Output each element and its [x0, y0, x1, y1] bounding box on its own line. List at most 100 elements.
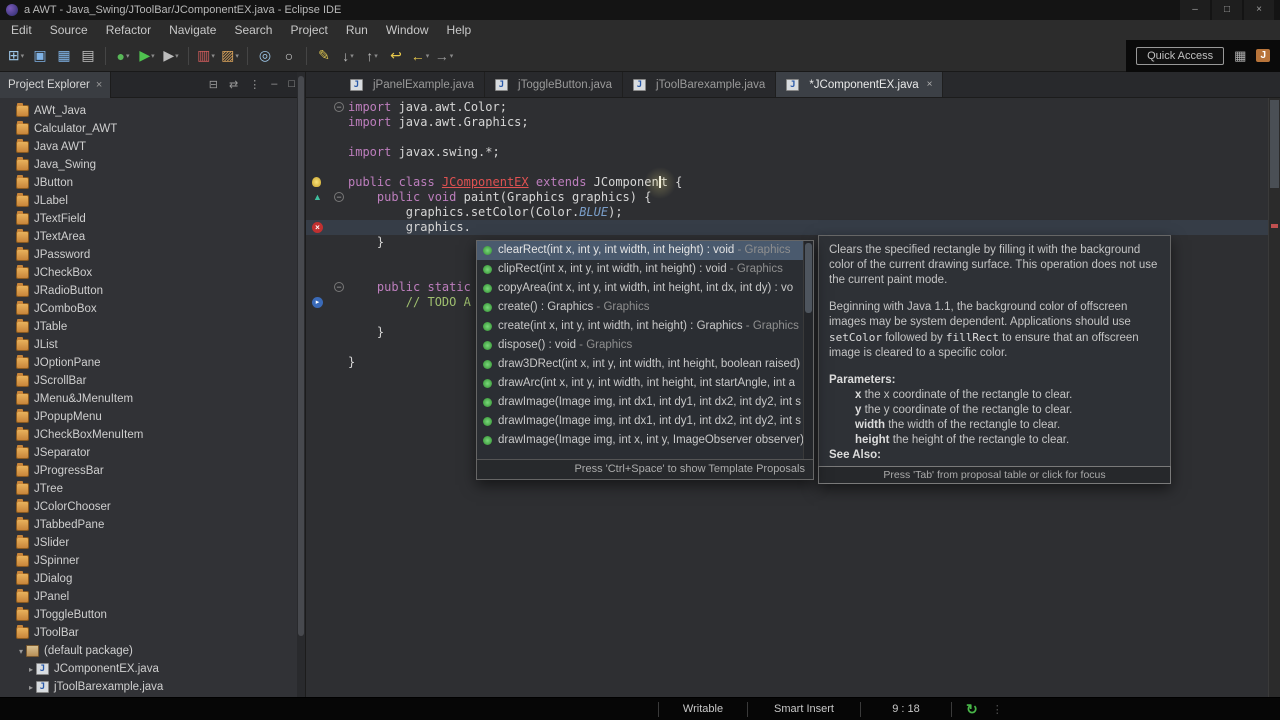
- autocomplete-item[interactable]: create() : Graphics - Graphics: [477, 298, 803, 317]
- tab-project-explorer[interactable]: Project Explorer ×: [0, 71, 112, 98]
- link-with-editor-icon[interactable]: ⇄: [229, 78, 238, 91]
- code-line[interactable]: public class JComponentEX extends JCompo…: [306, 167, 1268, 199]
- next-annotation-icon[interactable]: ↓ ▾: [337, 44, 359, 68]
- autocomplete-item[interactable]: dispose() : void - Graphics: [477, 336, 803, 355]
- autocomplete-item[interactable]: drawImage(Image img, int dx1, int dy1, i…: [477, 412, 803, 431]
- back-icon[interactable]: ← ▾: [409, 44, 431, 68]
- explorer-scrollbar[interactable]: [297, 72, 305, 697]
- code-line[interactable]: ▲ − public void paint(Graphics graphics) …: [306, 190, 1268, 205]
- tree-item-java-awt[interactable]: Java AWT: [0, 138, 305, 156]
- tree-item-jtogglebutton[interactable]: JToggleButton: [0, 606, 305, 624]
- tree-item-jpopupmenu[interactable]: JPopupMenu: [0, 408, 305, 426]
- new-java-project-icon[interactable]: ▨ ▾: [219, 44, 241, 68]
- autocomplete-item[interactable]: drawArc(int x, int y, int width, int hei…: [477, 374, 803, 393]
- scrollbar-thumb[interactable]: [298, 76, 304, 636]
- menu-item-help[interactable]: Help: [438, 20, 481, 40]
- tree-item-jcombobox[interactable]: JComboBox: [0, 300, 305, 318]
- run-icon[interactable]: ▶ ▾: [136, 44, 158, 68]
- tree-item-jlabel[interactable]: JLabel: [0, 192, 305, 210]
- external-tools-icon[interactable]: ▶ ▾: [160, 44, 182, 68]
- tree-item-joptionpane[interactable]: JOptionPane: [0, 354, 305, 372]
- tree-item-jtextarea[interactable]: JTextArea: [0, 228, 305, 246]
- tree-item-jpassword[interactable]: JPassword: [0, 246, 305, 264]
- code-line[interactable]: graphics.setColor(Color.BLUE);: [306, 205, 1268, 220]
- tree-item-jmenu-jmenuitem[interactable]: JMenu&JMenuItem: [0, 390, 305, 408]
- maximize-button[interactable]: □: [1212, 0, 1242, 20]
- collapse-all-icon[interactable]: ⊟: [209, 78, 218, 91]
- tree-item-jtoolbar[interactable]: JToolBar: [0, 624, 305, 642]
- open-type-icon[interactable]: ◎: [254, 44, 276, 68]
- tree-item-jcomponentex-java[interactable]: ▸ J JComponentEX.java: [0, 660, 305, 678]
- statusbar-overflow-icon[interactable]: ⋮: [992, 703, 1003, 716]
- menu-item-source[interactable]: Source: [41, 20, 97, 40]
- menu-item-search[interactable]: Search: [225, 20, 281, 40]
- menu-item-navigate[interactable]: Navigate: [160, 20, 225, 40]
- chevron-icon[interactable]: ▸: [26, 665, 36, 674]
- forward-icon[interactable]: → ▾: [433, 44, 455, 68]
- refresh-icon[interactable]: ↻: [966, 701, 978, 718]
- autocomplete-item[interactable]: create(int x, int y, int width, int heig…: [477, 317, 803, 336]
- tab-jtogglebutton-java[interactable]: JjToggleButton.java: [485, 72, 623, 97]
- autocomplete-item[interactable]: draw3DRect(int x, int y, int width, int …: [477, 355, 803, 374]
- menu-item-run[interactable]: Run: [337, 20, 377, 40]
- menu-item-edit[interactable]: Edit: [2, 20, 41, 40]
- tree-item-jseparator[interactable]: JSeparator: [0, 444, 305, 462]
- tree-item-jtree[interactable]: JTree: [0, 480, 305, 498]
- code-editor[interactable]: − import java.awt.Color; import java.awt.G…: [306, 98, 1280, 697]
- menu-item-window[interactable]: Window: [377, 20, 438, 40]
- tree-item-jlist[interactable]: JList: [0, 336, 305, 354]
- autocomplete-item[interactable]: clipRect(int x, int y, int width, int he…: [477, 260, 803, 279]
- save-icon[interactable]: ▣: [29, 44, 51, 68]
- autocomplete-item[interactable]: drawImage(Image img, int dx1, int dy1, i…: [477, 393, 803, 412]
- debug-icon[interactable]: ● ▾: [112, 44, 134, 68]
- scrollbar-thumb[interactable]: [805, 243, 812, 313]
- minimize-icon[interactable]: –: [271, 78, 277, 91]
- tree-item-jpanel[interactable]: JPanel: [0, 588, 305, 606]
- open-perspective-icon[interactable]: ▦: [1234, 48, 1246, 64]
- tab-jpanelexample-java[interactable]: JjPanelExample.java: [340, 72, 486, 97]
- tree-item-awt-java[interactable]: AWt_Java: [0, 102, 305, 120]
- tree-item-jslider[interactable]: JSlider: [0, 534, 305, 552]
- tree-item-jcheckbox[interactable]: JCheckBox: [0, 264, 305, 282]
- editor-scrollbar-thumb[interactable]: [1270, 100, 1279, 188]
- fold-minus-icon[interactable]: −: [334, 192, 344, 202]
- save-all-icon[interactable]: ▦: [53, 44, 75, 68]
- tree-item-calculator-awt[interactable]: Calculator_AWT: [0, 120, 305, 138]
- last-edit-location-icon[interactable]: ↩: [385, 44, 407, 68]
- code-line[interactable]: import java.awt.Graphics;: [306, 115, 1268, 130]
- tab-jtoolbarexample-java[interactable]: JjToolBarexample.java: [623, 72, 777, 97]
- error-marker[interactable]: [1271, 224, 1278, 228]
- maximize-icon[interactable]: □: [288, 78, 295, 91]
- previous-annotation-icon[interactable]: ↑ ▾: [361, 44, 383, 68]
- menu-item-refactor[interactable]: Refactor: [97, 20, 160, 40]
- close-button[interactable]: ×: [1244, 0, 1274, 20]
- close-icon[interactable]: ×: [96, 79, 102, 91]
- tree-item-jtabbedpane[interactable]: JTabbedPane: [0, 516, 305, 534]
- tree-item-jbutton[interactable]: JButton: [0, 174, 305, 192]
- coverage-icon[interactable]: ▥ ▾: [195, 44, 217, 68]
- tree-item-jprogressbar[interactable]: JProgressBar: [0, 462, 305, 480]
- code-line[interactable]: − import java.awt.Color;: [306, 100, 1268, 115]
- tree-item-jspinner[interactable]: JSpinner: [0, 552, 305, 570]
- view-menu-icon[interactable]: ⋮: [249, 78, 260, 91]
- code-line[interactable]: [306, 130, 1268, 145]
- autocomplete-scrollbar[interactable]: [803, 241, 813, 459]
- menu-item-project[interactable]: Project: [281, 20, 336, 40]
- tab-jcomponentex-java[interactable]: J *JComponentEX.java ×: [776, 72, 944, 97]
- tree-item-jscrollbar[interactable]: JScrollBar: [0, 372, 305, 390]
- code-line[interactable]: [306, 160, 1268, 175]
- tree-item-jtextfield[interactable]: JTextField: [0, 210, 305, 228]
- chevron-icon[interactable]: ▸: [26, 683, 36, 692]
- code-line[interactable]: × graphics.: [306, 220, 1268, 235]
- tree-item-jcheckboxmenuitem[interactable]: JCheckBoxMenuItem: [0, 426, 305, 444]
- mark-occurrences-icon[interactable]: ✎: [313, 44, 335, 68]
- autocomplete-item[interactable]: copyArea(int x, int y, int width, int he…: [477, 279, 803, 298]
- code-line[interactable]: import javax.swing.*;: [306, 145, 1268, 160]
- tree-item-java-swing[interactable]: Java_Swing: [0, 156, 305, 174]
- autocomplete-item[interactable]: drawImage(Image img, int x, int y, Image…: [477, 431, 803, 450]
- java-perspective-icon[interactable]: J: [1256, 49, 1270, 62]
- minimize-button[interactable]: –: [1180, 0, 1210, 20]
- search-icon[interactable]: ○: [278, 44, 300, 68]
- new-wizard-icon[interactable]: ⊞ ▾: [5, 44, 27, 68]
- javadoc-footer[interactable]: Press 'Tab' from proposal table or click…: [818, 466, 1171, 484]
